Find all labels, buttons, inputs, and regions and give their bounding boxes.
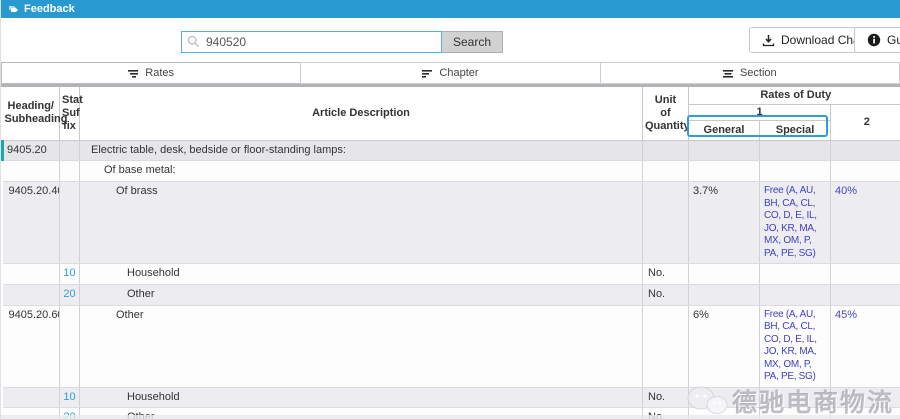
feedback-bar[interactable]: Feedback — [1, 0, 900, 18]
heading-subheading-cell — [3, 161, 60, 182]
heading-subheading-cell: 9405.20.60 — [3, 305, 60, 387]
table-row: 10 Household No. — [3, 387, 900, 408]
info-icon — [867, 33, 881, 47]
stat-suffix-cell[interactable] — [60, 305, 80, 387]
general-rate-cell — [689, 387, 760, 408]
search-group: Search — [181, 31, 503, 53]
tab-section[interactable]: Section — [600, 62, 900, 84]
table-row: 9405.20.40 Of brass 3.7% Free (A, AU, BH… — [3, 182, 900, 264]
feedback-label: Feedback — [24, 3, 75, 15]
col-header-rates-of-duty: Rates of Duty — [689, 87, 900, 104]
table-row: 9405.20 Electric table, desk, bedside or… — [3, 140, 900, 161]
general-rate-cell — [689, 161, 760, 182]
download-icon — [762, 34, 775, 47]
col-header-duty-1: 1 — [689, 104, 831, 120]
table-header: Heading/ Subheading Stat Suf fix Article… — [3, 87, 900, 140]
tab-section-label: Section — [740, 67, 777, 79]
search-button[interactable]: Search — [442, 31, 503, 53]
unit-of-quantity-cell — [643, 305, 689, 387]
col-header-general: General — [689, 120, 760, 140]
special-rate-cell[interactable] — [760, 387, 831, 408]
heading-subheading-cell — [3, 264, 60, 285]
guide-button[interactable]: Guide — [854, 27, 900, 53]
stat-suffix-cell[interactable] — [60, 182, 80, 264]
article-description-cell: Other — [80, 284, 643, 305]
unit-of-quantity-cell — [643, 140, 689, 161]
tab-rates-label: Rates — [145, 67, 174, 79]
heading-subheading-cell: 9405.20 — [3, 140, 60, 161]
rate2-cell — [831, 387, 900, 408]
stat-suffix-cell[interactable]: 20 — [60, 284, 80, 305]
heading-subheading-cell: 9405.20.40 — [3, 182, 60, 264]
table-row: 10 Household No. — [3, 264, 900, 285]
col-header-special: Special — [760, 120, 831, 140]
tab-rates[interactable]: Rates — [1, 62, 301, 84]
unit-of-quantity-cell: No. — [643, 387, 689, 408]
toolbar: Search Download Chapter Guide — [1, 18, 900, 62]
search-icon — [187, 35, 200, 48]
unit-of-quantity-cell — [643, 182, 689, 264]
list-icon — [422, 69, 433, 78]
special-rate-cell[interactable]: Free (A, AU, BH, CA, CL, CO, D, E, IL, J… — [760, 305, 831, 387]
rate2-cell — [831, 264, 900, 285]
guide-label: Guide — [887, 33, 900, 47]
article-description-cell: Of brass — [80, 182, 643, 264]
stat-suffix-cell[interactable] — [60, 140, 80, 161]
article-description-cell: Of base metal: — [80, 161, 643, 182]
stat-suffix-cell[interactable] — [60, 161, 80, 182]
unit-of-quantity-cell: No. — [643, 264, 689, 285]
special-rate-cell[interactable] — [760, 284, 831, 305]
rate2-cell — [831, 161, 900, 182]
stat-suffix-cell[interactable]: 10 — [60, 387, 80, 408]
heading-subheading-cell — [3, 284, 60, 305]
rate2-cell — [831, 284, 900, 305]
heading-subheading-cell — [3, 387, 60, 408]
tab-chapter[interactable]: Chapter — [300, 62, 600, 84]
feedback-tag-icon — [8, 4, 19, 14]
search-input[interactable] — [181, 31, 442, 53]
table-row: Of base metal: — [3, 161, 900, 182]
general-rate-cell — [689, 284, 760, 305]
general-rate-cell: 6% — [689, 305, 760, 387]
general-rate-cell — [689, 140, 760, 161]
rate2-cell — [831, 140, 900, 161]
col-header-stat-suffix: Stat Suf fix — [60, 87, 80, 140]
col-header-duty-2: 2 — [831, 104, 900, 140]
unit-of-quantity-cell — [643, 161, 689, 182]
special-rate-cell[interactable]: Free (A, AU, BH, CA, CL, CO, D, E, IL, J… — [760, 182, 831, 264]
article-description-cell: Household — [80, 387, 643, 408]
special-rate-cell[interactable] — [760, 264, 831, 285]
general-rate-cell: 3.7% — [689, 182, 760, 264]
list-icon — [128, 69, 139, 78]
article-description-cell: Electric table, desk, bedside or floor-s… — [80, 140, 643, 161]
list-icon — [723, 69, 734, 78]
table-body: 9405.20 Electric table, desk, bedside or… — [3, 140, 900, 419]
col-header-heading: Heading/ Subheading — [3, 87, 60, 140]
general-rate-cell — [689, 264, 760, 285]
special-rate-cell[interactable] — [760, 140, 831, 161]
tab-chapter-label: Chapter — [439, 67, 478, 79]
article-description-cell: Household — [80, 264, 643, 285]
article-description-cell: Other — [80, 305, 643, 387]
special-rate-cell[interactable] — [760, 161, 831, 182]
hts-app-window: Feedback Search Dow — [0, 0, 900, 419]
table-row: 20 Other No. — [3, 284, 900, 305]
rate2-cell: 45% — [831, 305, 900, 387]
rates-table: Heading/ Subheading Stat Suf fix Article… — [1, 87, 900, 419]
view-tabs: Rates Chapter Section — [1, 62, 900, 84]
unit-of-quantity-cell: No. — [643, 284, 689, 305]
stat-suffix-cell[interactable]: 10 — [60, 264, 80, 285]
rate2-cell: 40% — [831, 182, 900, 264]
col-header-unit-of-quantity: Unit of Quantity — [643, 87, 689, 140]
table-row: 9405.20.60 Other 6% Free (A, AU, BH, CA,… — [3, 305, 900, 387]
col-header-article-description: Article Description — [80, 87, 643, 140]
horizontal-scrollbar[interactable] — [1, 415, 900, 419]
